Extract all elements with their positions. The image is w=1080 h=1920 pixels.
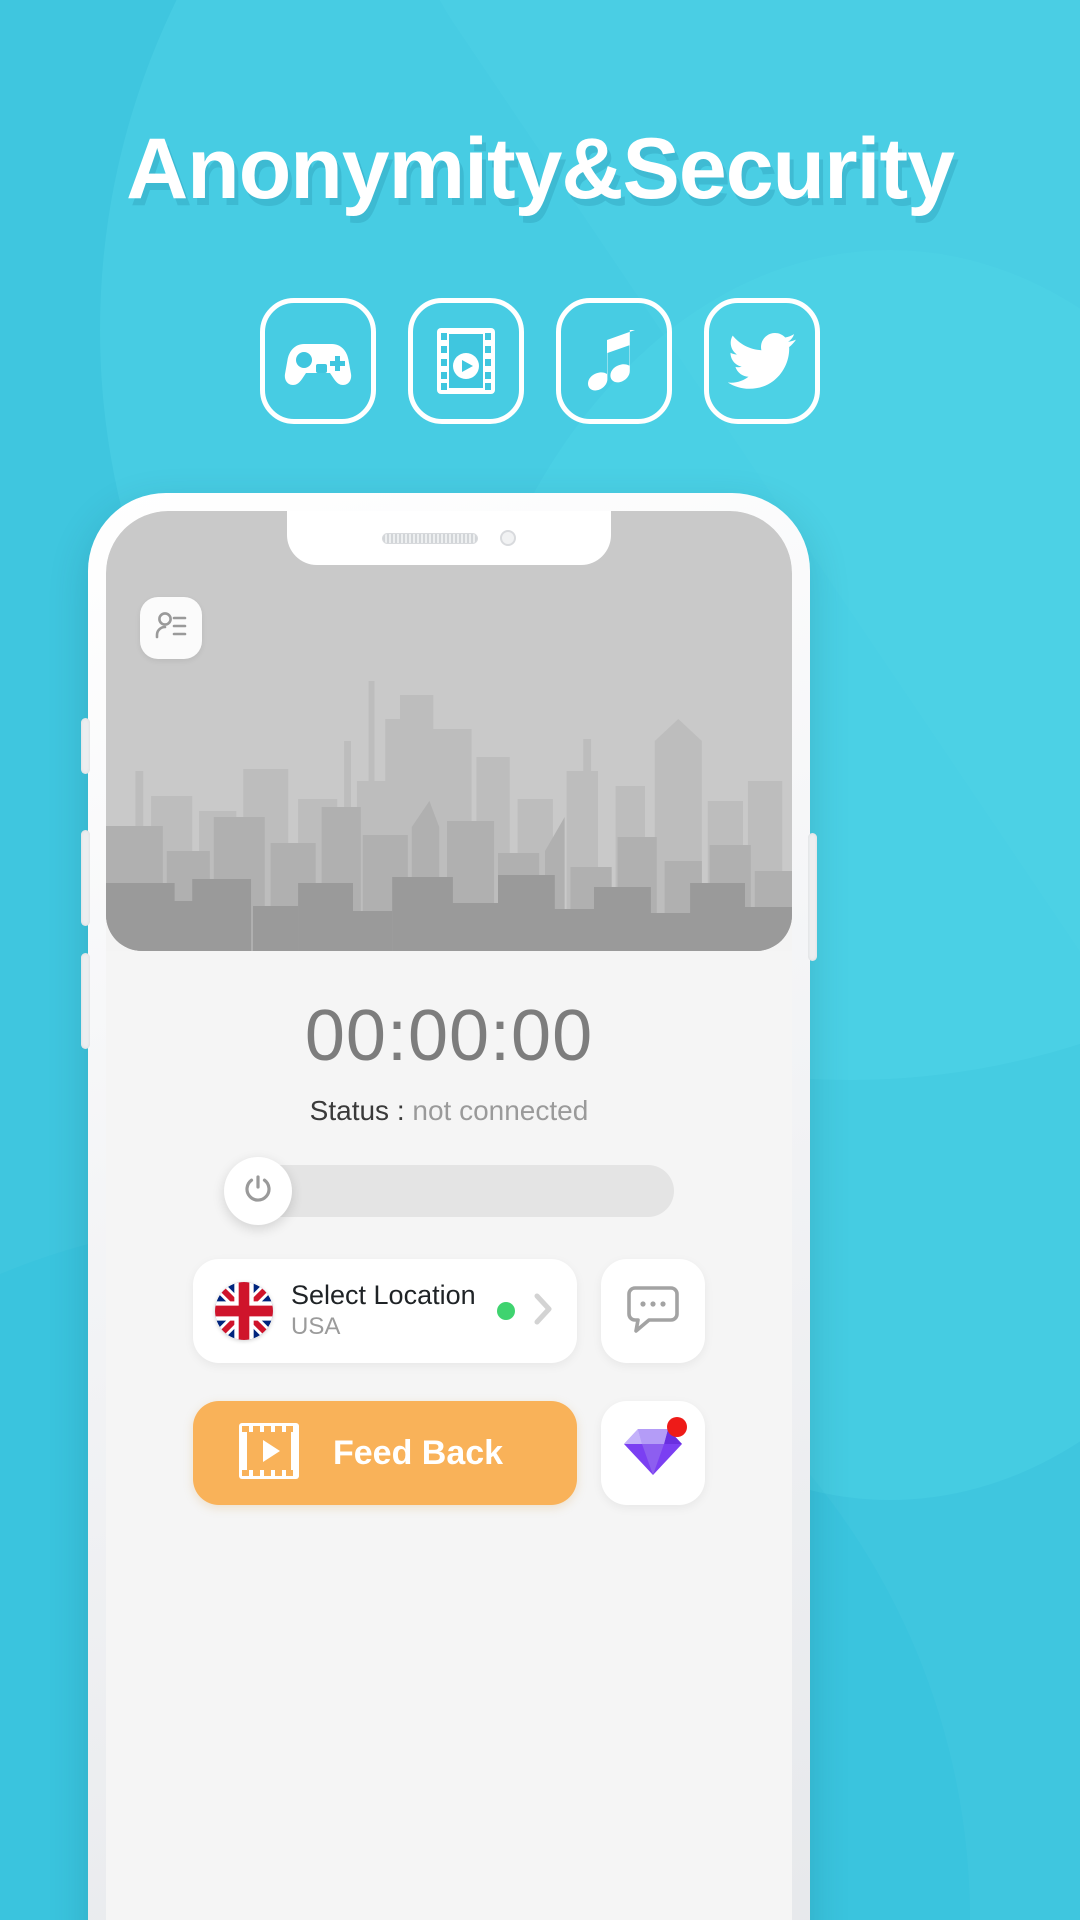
phone-mockup: 00:00:00 Status : not connected Select L… [81,493,817,1920]
feedback-button[interactable]: Feed Back [193,1401,577,1505]
phone-mute-button[interactable] [81,718,90,774]
page-title: Anonymity&Security [126,121,955,217]
uk-flag-icon [215,1282,273,1340]
phone-power-button[interactable] [808,833,817,961]
phone-volume-down-button[interactable] [81,830,90,926]
online-dot [497,1302,515,1320]
gamepad-icon [283,334,353,388]
contact-list-icon [154,610,188,647]
location-row: Select Location USA [106,1259,792,1363]
film-play-icon [239,1422,299,1484]
chevron-right-icon [531,1291,555,1332]
front-camera-icon [500,530,516,546]
feedback-row: Feed Back [106,1401,792,1505]
feedback-label: Feed Back [333,1433,504,1472]
connection-timer: 00:00:00 [304,996,594,1076]
music-icon [585,328,643,394]
feature-icon-row [0,298,1080,424]
feature-item-games[interactable] [260,298,376,424]
promo-screenshot: Anonymity&Security 00:00:00 Status: not… [0,0,1080,1920]
power-icon [241,1172,275,1211]
vpn-app-body: 00:00:00 Status : not connected Select L… [106,951,792,1920]
select-location-card[interactable]: Select Location USA [193,1259,577,1363]
feature-item-music[interactable] [556,298,672,424]
status-line: Status : not connected [106,1095,792,1127]
skyline-graphic [106,681,792,951]
phone-volume-up-button[interactable] [81,953,90,1049]
status-label: Status : [309,1095,413,1126]
connect-toggle[interactable] [224,1157,674,1225]
feature-item-video[interactable] [408,298,524,424]
feature-item-twitter[interactable] [704,298,820,424]
earpiece-speaker [382,532,478,544]
premium-button[interactable] [601,1401,705,1505]
location-subtitle: USA [291,1312,341,1340]
chat-bubble-icon [627,1284,679,1339]
phone-screen: 00:00:00 Status : not connected Select L… [106,511,792,1920]
city-skyline-wallpaper [106,511,792,951]
contacts-button[interactable] [140,597,202,659]
phone-notch [287,511,611,565]
twitter-icon [728,333,796,389]
chat-button[interactable] [601,1259,705,1363]
toggle-track [252,1165,674,1217]
toggle-knob[interactable] [224,1157,292,1225]
video-icon [437,328,495,394]
location-text: Select Location USA [291,1280,497,1341]
location-title: Select Location [291,1280,476,1311]
notification-dot [667,1417,687,1437]
status-value: not connected [412,1095,589,1126]
